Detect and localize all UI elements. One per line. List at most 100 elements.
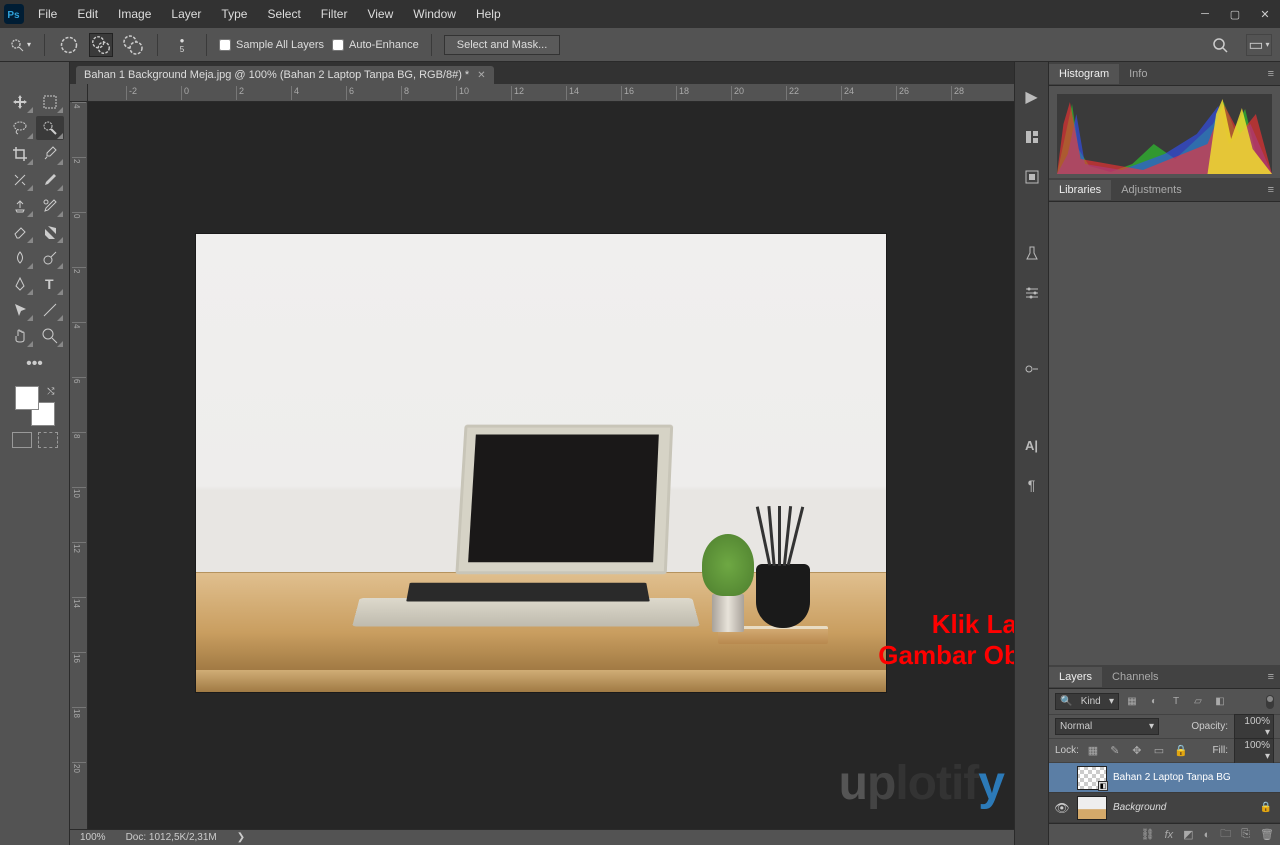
filter-pixel-icon[interactable]: ▦ [1123,693,1141,711]
blur-tool[interactable] [6,246,34,270]
ruler-vertical[interactable]: 4202468101214161820 [70,102,88,829]
filter-toggle[interactable] [1266,695,1274,709]
layer-group-icon[interactable]: 🗀 [1220,825,1231,844]
lock-artboard-icon[interactable]: ▭ [1151,743,1167,759]
layer-thumbnail[interactable] [1077,796,1107,820]
brush-size-picker[interactable]: ●5 [170,31,194,59]
paragraph-panel-icon[interactable]: ¶ [1021,474,1043,496]
tab-libraries[interactable]: Libraries [1049,180,1111,200]
menu-window[interactable]: Window [403,1,466,27]
layer-visibility-icon[interactable]: 👁 [1053,801,1071,815]
new-layer-icon[interactable]: ⎘ [1241,828,1250,841]
eraser-tool[interactable] [6,220,34,244]
menu-image[interactable]: Image [108,1,161,27]
close-tab-icon[interactable]: ✕ [477,70,485,81]
hand-tool[interactable] [6,324,34,348]
tab-info[interactable]: Info [1119,64,1157,84]
character-panel-icon[interactable]: A| [1021,434,1043,456]
search-icon[interactable] [1208,33,1232,57]
layer-row[interactable]: 👁Background🔒 [1049,793,1280,823]
canvas[interactable]: Klik Layer Gambar Objek uplotify [88,102,1014,829]
filter-type-icon[interactable]: T [1167,693,1185,711]
menu-filter[interactable]: Filter [311,1,358,27]
pen-tool[interactable] [6,272,34,296]
quick-mask-toggle[interactable] [12,432,58,448]
type-tool[interactable]: T [36,272,64,296]
tab-channels[interactable]: Channels [1102,667,1168,687]
status-caret-icon[interactable]: ❯ [237,832,245,843]
actions-panel-icon[interactable]: ▶ [1021,86,1043,108]
menu-select[interactable]: Select [257,1,310,27]
brushes-panel-icon[interactable] [1021,242,1043,264]
workspace-switcher[interactable]: ▭▾ [1246,34,1272,56]
lock-transparent-icon[interactable]: ▦ [1085,743,1101,759]
zoom-level[interactable]: 100% [80,832,106,843]
auto-enhance-checkbox[interactable]: Auto-Enhance [332,39,419,51]
link-layers-icon[interactable]: ⛓ [1141,828,1155,841]
brush-settings-icon[interactable] [1021,282,1043,304]
layer-name[interactable]: Bahan 2 Laptop Tanpa BG [1113,772,1276,783]
opacity-value[interactable]: 100% ▾ [1234,714,1274,740]
lock-image-icon[interactable]: ✎ [1107,743,1123,759]
add-selection-icon[interactable] [89,33,113,57]
menu-file[interactable]: File [28,1,67,27]
healing-brush-tool[interactable] [6,168,34,192]
lock-all-icon[interactable]: 🔒 [1173,743,1189,759]
new-selection-icon[interactable] [57,33,81,57]
brush-tool[interactable] [36,168,64,192]
filter-smart-icon[interactable]: ◧ [1211,693,1229,711]
zoom-tool[interactable] [36,324,64,348]
maximize-button[interactable]: ▢ [1220,3,1250,25]
blend-mode-select[interactable]: Normal▾ [1055,718,1159,735]
layer-filter-kind[interactable]: 🔍 Kind ▾ [1055,693,1119,710]
dodge-tool[interactable] [36,246,64,270]
tab-adjustments[interactable]: Adjustments [1111,180,1192,200]
filter-shape-icon[interactable]: ▱ [1189,693,1207,711]
marquee-tool[interactable] [36,90,64,114]
foreground-color[interactable] [15,386,39,410]
clone-stamp-tool[interactable] [6,194,34,218]
document-tab[interactable]: Bahan 1 Background Meja.jpg @ 100% (Baha… [76,66,494,84]
swap-colors-icon[interactable]: ⤭ [47,386,54,397]
layer-mask-icon[interactable]: ◩ [1183,828,1193,841]
lasso-tool[interactable] [6,116,34,140]
close-button[interactable]: ✕ [1250,3,1280,25]
minimize-button[interactable]: ─ [1190,3,1220,25]
select-and-mask-button[interactable]: Select and Mask... [444,35,561,55]
color-swatches[interactable]: ⤭ [15,386,55,426]
path-selection-tool[interactable] [6,298,34,322]
panel-menu-icon[interactable]: ≡ [1268,671,1274,683]
menu-type[interactable]: Type [211,1,257,27]
menu-view[interactable]: View [357,1,403,27]
layer-fx-icon[interactable]: fx [1165,829,1174,841]
delete-layer-icon[interactable]: 🗑 [1260,828,1274,841]
ruler-origin[interactable] [70,84,88,102]
fill-value[interactable]: 100% ▾ [1234,738,1274,764]
menu-layer[interactable]: Layer [161,1,211,27]
properties-panel-icon[interactable] [1021,126,1043,148]
styles-panel-icon[interactable] [1021,166,1043,188]
ruler-horizontal[interactable]: -20246810121416182022242628 [88,84,1014,102]
panel-menu-icon[interactable]: ≡ [1268,68,1274,80]
menu-edit[interactable]: Edit [67,1,108,27]
layer-row[interactable]: ◧ Bahan 2 Laptop Tanpa BG [1049,763,1280,793]
gradient-tool[interactable] [36,220,64,244]
crop-tool[interactable] [6,142,34,166]
sample-all-layers-checkbox[interactable]: Sample All Layers [219,39,324,51]
panel-menu-icon[interactable]: ≡ [1268,184,1274,196]
clone-source-icon[interactable] [1021,358,1043,380]
history-brush-tool[interactable] [36,194,64,218]
move-tool[interactable] [6,90,34,114]
line-tool[interactable] [36,298,64,322]
layer-thumbnail[interactable]: ◧ [1077,766,1107,790]
layer-name[interactable]: Background [1113,802,1254,813]
tab-layers[interactable]: Layers [1049,667,1102,687]
filter-adjust-icon[interactable]: ◐ [1145,693,1163,711]
eyedropper-tool[interactable] [36,142,64,166]
subtract-selection-icon[interactable] [121,33,145,57]
menu-help[interactable]: Help [466,1,511,27]
current-tool-icon[interactable]: ▾ [8,33,32,57]
tab-histogram[interactable]: Histogram [1049,64,1119,84]
edit-toolbar[interactable]: ••• [21,352,49,376]
adjustment-layer-icon[interactable]: ◐ [1204,829,1211,841]
